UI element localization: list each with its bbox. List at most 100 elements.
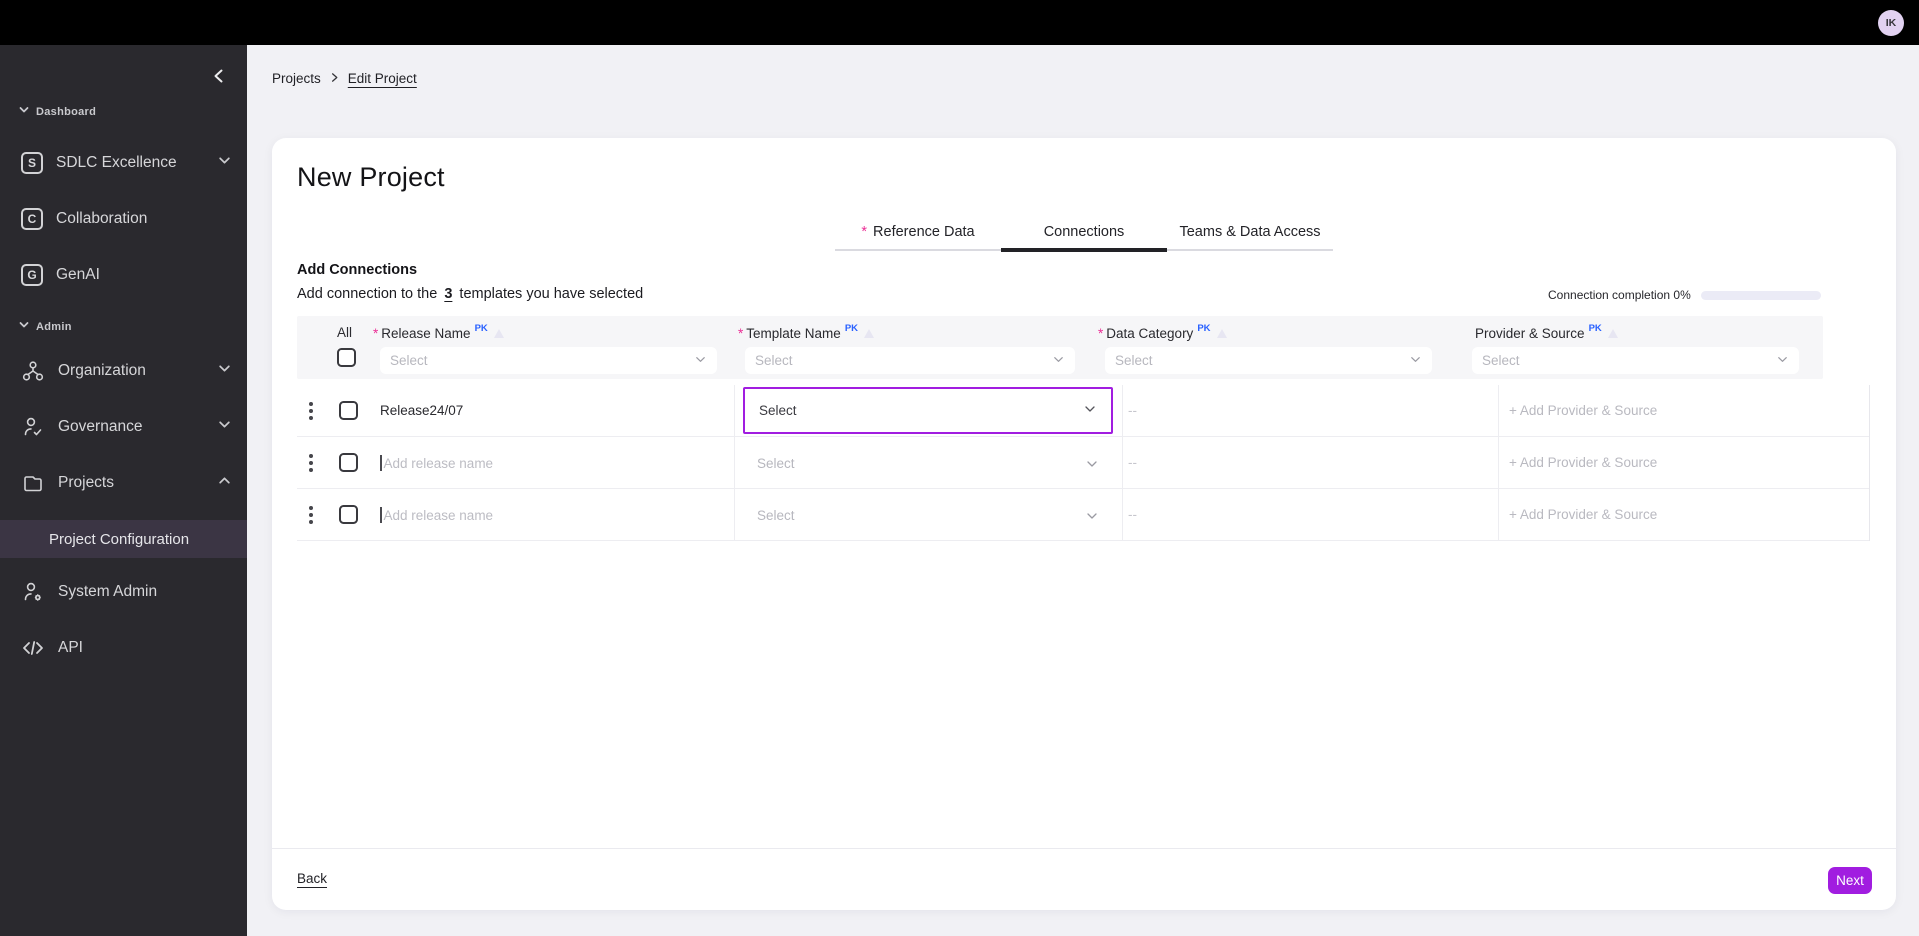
chevron-down-icon	[1085, 457, 1099, 476]
row-checkbox[interactable]	[339, 401, 358, 420]
sort-triangle-icon	[1607, 329, 1618, 338]
chevron-down-icon	[218, 362, 231, 380]
section-subtitle: Add connection to the 3 templates you ha…	[297, 286, 644, 302]
connections-table: All * Release Name PK * Template Name PK…	[297, 316, 1870, 541]
column-header-provider-source: Provider & Source PK	[1475, 323, 1618, 341]
row-menu-icon[interactable]	[309, 402, 313, 406]
release-name-input[interactable]: Release24/07	[380, 385, 463, 437]
chevron-down-icon	[1052, 353, 1065, 369]
breadcrumb-edit-project[interactable]: Edit Project	[348, 71, 417, 86]
primary-key-badge: PK	[844, 323, 859, 334]
next-button[interactable]: Next	[1828, 867, 1872, 894]
chevron-down-icon	[19, 320, 29, 333]
chevron-down-icon	[19, 105, 29, 118]
page-title: New Project	[297, 162, 445, 192]
provider-source-filter-select[interactable]: Select	[1472, 347, 1799, 374]
chevron-left-icon	[211, 68, 227, 89]
required-asterisk: *	[861, 224, 868, 240]
breadcrumb: Projects Edit Project	[272, 71, 417, 86]
sort-triangle-icon	[493, 329, 504, 338]
primary-key-badge: PK	[1197, 323, 1211, 334]
data-category-filter-select[interactable]: Select	[1105, 347, 1432, 374]
data-category-value: --	[1128, 455, 1137, 470]
sidebar-item-collaboration[interactable]: C Collaboration	[0, 197, 247, 241]
c-letter-icon: C	[21, 208, 43, 230]
data-category-value: --	[1128, 403, 1137, 418]
table-header: All * Release Name PK * Template Name PK…	[297, 316, 1823, 379]
chevron-down-icon	[218, 154, 231, 172]
back-button[interactable]: Back	[297, 871, 327, 886]
user-gear-icon	[21, 580, 45, 604]
row-checkbox[interactable]	[339, 505, 358, 524]
template-name-filter-select[interactable]: Select	[745, 347, 1075, 374]
sidebar-item-system-admin[interactable]: System Admin	[0, 570, 247, 614]
chevron-down-icon	[218, 418, 231, 436]
sidebar-collapse-button[interactable]	[206, 65, 232, 91]
add-provider-source-button[interactable]: + Add Provider & Source	[1509, 385, 1657, 437]
sort-triangle-icon	[1216, 329, 1227, 338]
new-project-card: New Project * Reference Data Connections…	[272, 138, 1896, 910]
main-content: Projects Edit Project New Project * Refe…	[247, 45, 1919, 936]
release-name-filter-select[interactable]: Select	[380, 347, 717, 374]
chevron-down-icon	[1083, 402, 1097, 419]
s-letter-icon: S	[21, 152, 43, 174]
completion-label: Connection completion 0%	[1548, 288, 1691, 302]
chevron-down-icon	[1409, 353, 1422, 369]
template-name-select[interactable]: Select	[757, 437, 795, 489]
table-row: Add release name Select -- + Add Provide…	[297, 489, 1869, 541]
template-name-select[interactable]: Select	[757, 489, 795, 541]
sidebar: Dashboard S SDLC Excellence C Collaborat…	[0, 45, 247, 936]
text-caret	[380, 507, 382, 523]
sidebar-group-dashboard[interactable]: Dashboard	[19, 105, 96, 118]
add-provider-source-button[interactable]: + Add Provider & Source	[1509, 437, 1657, 489]
add-provider-source-button[interactable]: + Add Provider & Source	[1509, 489, 1657, 541]
template-count: 3	[444, 286, 453, 302]
tab-teams-data-access[interactable]: Teams & Data Access	[1167, 215, 1333, 249]
sidebar-item-governance[interactable]: Governance	[0, 405, 247, 449]
table-body: Release24/07 Select -- + Add Provider & …	[297, 385, 1870, 541]
chevron-down-icon	[694, 353, 707, 369]
row-menu-icon[interactable]	[309, 506, 313, 510]
column-header-data-category: * Data Category PK	[1098, 323, 1227, 341]
tab-connections[interactable]: Connections	[1001, 215, 1167, 252]
table-row: Add release name Select -- + Add Provide…	[297, 437, 1869, 489]
primary-key-badge: PK	[474, 323, 488, 334]
text-caret	[380, 455, 382, 471]
release-name-input[interactable]: Add release name	[380, 489, 493, 541]
chevron-right-icon	[329, 71, 340, 86]
column-header-release-name: * Release Name PK	[373, 323, 504, 341]
sidebar-item-organization[interactable]: Organization	[0, 349, 247, 393]
data-category-value: --	[1128, 507, 1137, 522]
row-menu-icon[interactable]	[309, 454, 313, 458]
footer-divider	[272, 848, 1896, 849]
chevron-down-icon	[1776, 353, 1789, 369]
sidebar-item-project-configuration[interactable]: Project Configuration	[0, 520, 247, 558]
release-name-input[interactable]: Add release name	[380, 437, 493, 489]
required-asterisk: *	[738, 326, 744, 341]
template-name-select[interactable]: Select	[743, 387, 1113, 434]
select-all-checkbox[interactable]	[337, 348, 356, 367]
primary-key-badge: PK	[1588, 323, 1602, 334]
connection-completion: Connection completion 0%	[1548, 288, 1821, 302]
completion-progress-bar	[1700, 290, 1821, 300]
row-checkbox[interactable]	[339, 453, 358, 472]
tab-bar: * Reference Data Connections Teams & Dat…	[835, 215, 1333, 252]
top-bar: IK	[0, 0, 1919, 45]
column-header-template-name: * Template Name PK	[738, 323, 875, 341]
sidebar-item-projects[interactable]: Projects	[0, 461, 247, 505]
required-asterisk: *	[373, 326, 379, 341]
tab-reference-data[interactable]: * Reference Data	[835, 215, 1001, 249]
section-title: Add Connections	[297, 262, 418, 278]
sidebar-item-api[interactable]: API	[0, 626, 247, 670]
user-avatar[interactable]: IK	[1878, 10, 1904, 36]
sidebar-group-admin[interactable]: Admin	[19, 320, 72, 333]
sort-triangle-icon	[864, 329, 875, 338]
required-asterisk: *	[1098, 326, 1104, 341]
table-row: Release24/07 Select -- + Add Provider & …	[297, 385, 1869, 437]
chevron-up-icon	[218, 474, 231, 492]
breadcrumb-projects-link[interactable]: Projects	[272, 71, 321, 86]
chevron-down-icon	[1085, 509, 1099, 528]
select-all-label: All	[337, 325, 353, 340]
sidebar-item-sdlc-excellence[interactable]: S SDLC Excellence	[0, 141, 247, 185]
sidebar-item-genai[interactable]: G GenAI	[0, 253, 247, 297]
